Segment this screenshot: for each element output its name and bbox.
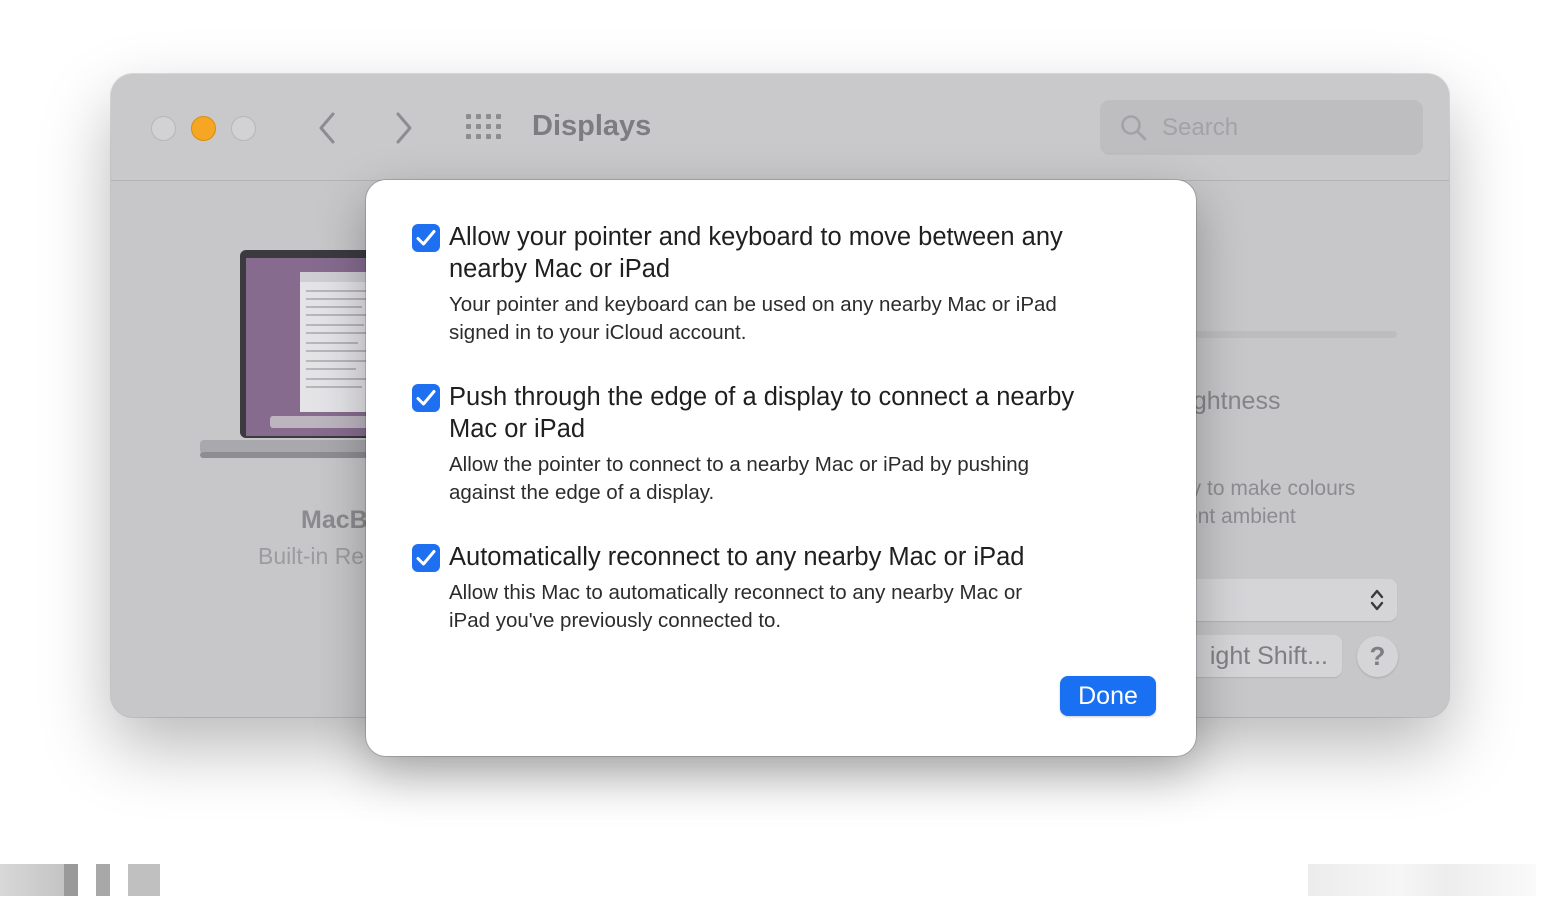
checkmark-icon [416,230,436,246]
option-label-line-2: nearby Mac or iPad [449,255,671,283]
option-label-line-2: Mac or iPad [449,415,586,443]
option-description: Allow the pointer to connect to a nearby… [449,451,1157,507]
bottom-artifact [128,864,160,896]
updown-chevron-icon [1370,589,1384,611]
window-toolbar: Displays Search [111,74,1449,181]
true-tone-description: ay to make colours rent ambient [1179,475,1429,531]
forward-chevron-icon[interactable] [388,110,418,146]
true-tone-description-line-1: ay to make colours [1179,477,1356,500]
option-pointer-keyboard: Allow your pointer and keyboard to move … [412,221,1157,347]
macbook-illustration [200,250,380,458]
option-label[interactable]: Push through the edge of a display to co… [449,381,1157,445]
grid-icon[interactable] [466,114,502,142]
option-label-line-1: Automatically reconnect to any nearby Ma… [449,543,1025,571]
search-field[interactable]: Search [1100,100,1423,155]
bottom-artifact [1308,864,1536,896]
option-description-line-2: signed in to your iCloud account. [449,321,747,344]
option-label[interactable]: Allow your pointer and keyboard to move … [449,221,1157,285]
window-title: Displays [532,110,652,142]
close-window-button[interactable] [151,116,176,141]
option-description-line-2: against the edge of a display. [449,481,715,504]
option-description-line-2: iPad you've previously connected to. [449,609,782,632]
search-icon [1121,115,1147,141]
pointer-keyboard-checkbox[interactable] [412,224,440,252]
back-chevron-icon[interactable] [313,110,343,146]
universal-control-sheet: Allow your pointer and keyboard to move … [366,180,1196,756]
bottom-artifact [0,864,64,896]
bottom-artifact [96,864,110,896]
device-name: MacB [301,506,368,534]
zoom-window-button[interactable] [231,116,256,141]
auto-reconnect-checkbox[interactable] [412,544,440,572]
brightness-slider-track[interactable] [1191,331,1397,338]
search-placeholder: Search [1162,114,1239,141]
option-description-line-1: Allow this Mac to automatically reconnec… [449,581,1023,604]
minimize-window-button[interactable] [191,116,216,141]
done-button[interactable]: Done [1060,676,1156,716]
option-description: Your pointer and keyboard can be used on… [449,291,1157,347]
checkmark-icon [416,550,436,566]
option-description-line-1: Allow the pointer to connect to a nearby… [449,453,1030,476]
display-popup-menu[interactable] [1179,579,1397,621]
option-label-line-1: Push through the edge of a display to co… [449,383,1075,411]
true-tone-description-line-2: rent ambient [1179,505,1296,528]
option-auto-reconnect: Automatically reconnect to any nearby Ma… [412,541,1157,635]
help-button[interactable]: ? [1357,636,1398,677]
option-description-line-1: Your pointer and keyboard can be used on… [449,293,1057,316]
option-label-line-1: Allow your pointer and keyboard to move … [449,223,1063,251]
option-label[interactable]: Automatically reconnect to any nearby Ma… [449,541,1157,573]
bottom-artifact [64,864,78,896]
checkmark-icon [416,390,436,406]
device-subtitle: Built-in Re [258,543,365,569]
option-push-through-edge: Push through the edge of a display to co… [412,381,1157,507]
night-shift-button[interactable]: ight Shift... [1179,635,1342,677]
option-description: Allow this Mac to automatically reconnec… [449,579,1157,635]
push-through-edge-checkbox[interactable] [412,384,440,412]
